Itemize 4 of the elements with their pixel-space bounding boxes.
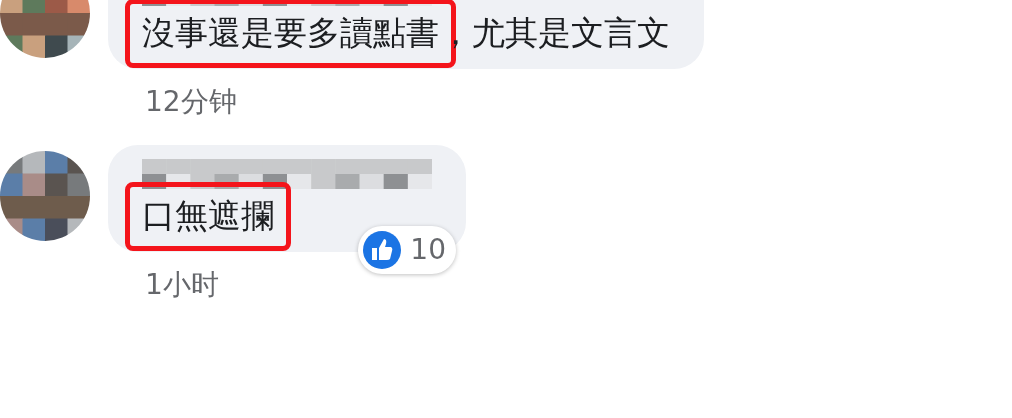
reaction-badge[interactable]: 10 [358, 225, 456, 274]
like-icon [362, 229, 403, 270]
highlighted-comment-text: 口無遮攔 [125, 181, 291, 251]
comment-time[interactable]: 12分钟 [145, 80, 1012, 123]
